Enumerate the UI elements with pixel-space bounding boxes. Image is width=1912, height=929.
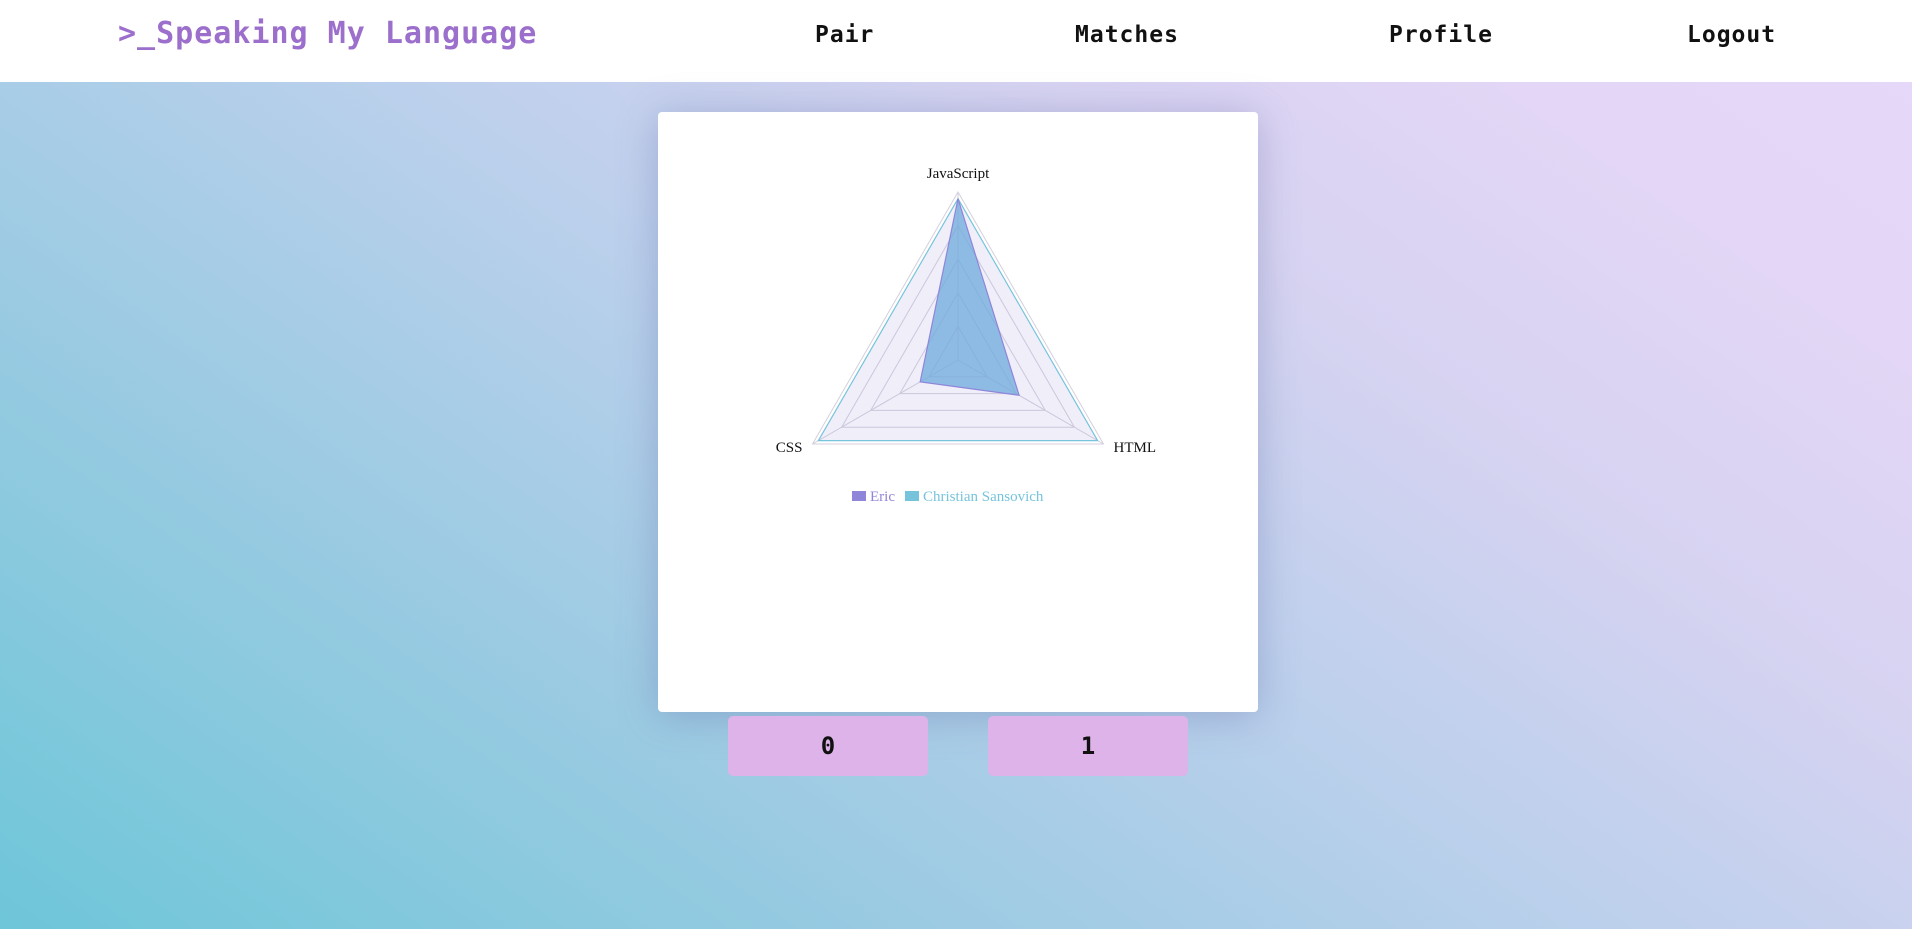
radar-chart: JavaScript HTML CSS Eric Christian Sansovich (776, 166, 1156, 505)
nav-link-logout[interactable]: Logout (1687, 22, 1776, 48)
brand-logo-link[interactable]: >_Speaking My Language (118, 16, 537, 51)
legend-label-0: Eric (870, 489, 895, 505)
legend-swatch-0 (852, 491, 866, 501)
radar-axis-label-html: HTML (1113, 440, 1156, 456)
radar-axis-label-javascript: JavaScript (927, 166, 990, 182)
radar-axis-label-css: CSS (776, 440, 803, 456)
nav-link-pair[interactable]: Pair (815, 22, 874, 48)
vote-button-0[interactable]: 0 (728, 716, 928, 776)
radar-chart-card: JavaScript HTML CSS Eric Christian Sansovich (658, 112, 1258, 712)
nav-link-matches[interactable]: Matches (1075, 22, 1179, 48)
legend-label-1: Christian Sansovich (923, 489, 1044, 505)
legend-swatch-1 (904, 491, 919, 501)
navbar: >_Speaking My Language Pair Matches Prof… (0, 0, 1912, 82)
nav-link-profile[interactable]: Profile (1389, 22, 1493, 48)
vote-button-1[interactable]: 1 (988, 716, 1188, 776)
